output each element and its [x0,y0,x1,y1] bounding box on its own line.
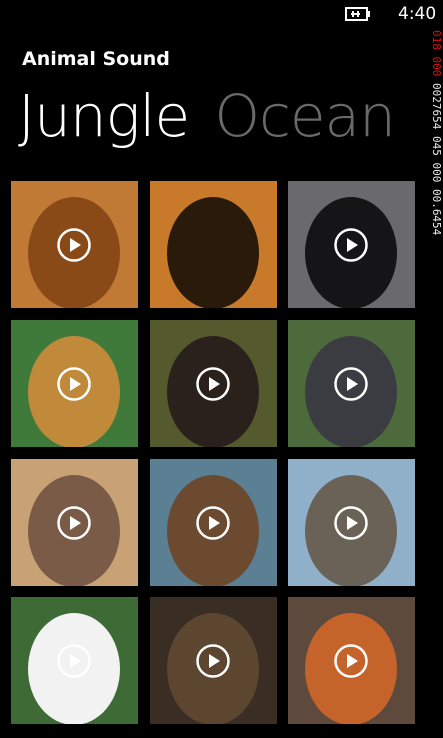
status-time: 4:40 [398,4,437,24]
play-circle-icon[interactable] [57,228,91,262]
animal-tile-fox[interactable] [288,597,415,724]
animal-tile-jaguar[interactable] [11,320,138,447]
play-circle-icon[interactable] [334,644,368,678]
play-circle-icon[interactable] [334,228,368,262]
animal-tile-gorilla[interactable] [288,320,415,447]
diagnostic-line-1: 018 000 [430,30,443,77]
play-circle-icon[interactable] [57,367,91,401]
play-circle-icon[interactable] [57,506,91,540]
app-title: Animal Sound [22,48,170,70]
play-circle-icon[interactable] [334,367,368,401]
animal-tile-rhinoceros[interactable] [11,459,138,586]
animal-tile-brown-bear[interactable] [150,459,277,586]
diagnostic-line-2: 0027654 045 000 00.6454 [430,82,443,236]
diagnostic-overlay: 018 000 0027654 045 000 00.6454 [428,30,443,380]
animal-tile-panda[interactable] [11,597,138,724]
animal-tile-black-panther[interactable] [288,181,415,308]
status-bar: 4:40 [0,0,443,30]
animal-tile-chimpanzee[interactable] [150,320,277,447]
animal-tile-tiger[interactable] [150,181,277,308]
play-circle-icon[interactable] [334,506,368,540]
tiger-photo [150,181,277,308]
pivot-item-jungle[interactable]: Jungle [18,82,190,150]
play-circle-icon[interactable] [196,644,230,678]
play-circle-icon[interactable] [196,367,230,401]
pivot-item-ocean[interactable]: Ocean [214,82,396,150]
pivot-header: Jungle Ocean [18,82,396,162]
battery-charging-icon [345,7,371,21]
animal-tile-wolf[interactable] [150,597,277,724]
play-circle-icon[interactable] [57,644,91,678]
animal-tile-lion[interactable] [11,181,138,308]
animal-tile-elephant[interactable] [288,459,415,586]
play-circle-icon[interactable] [196,506,230,540]
